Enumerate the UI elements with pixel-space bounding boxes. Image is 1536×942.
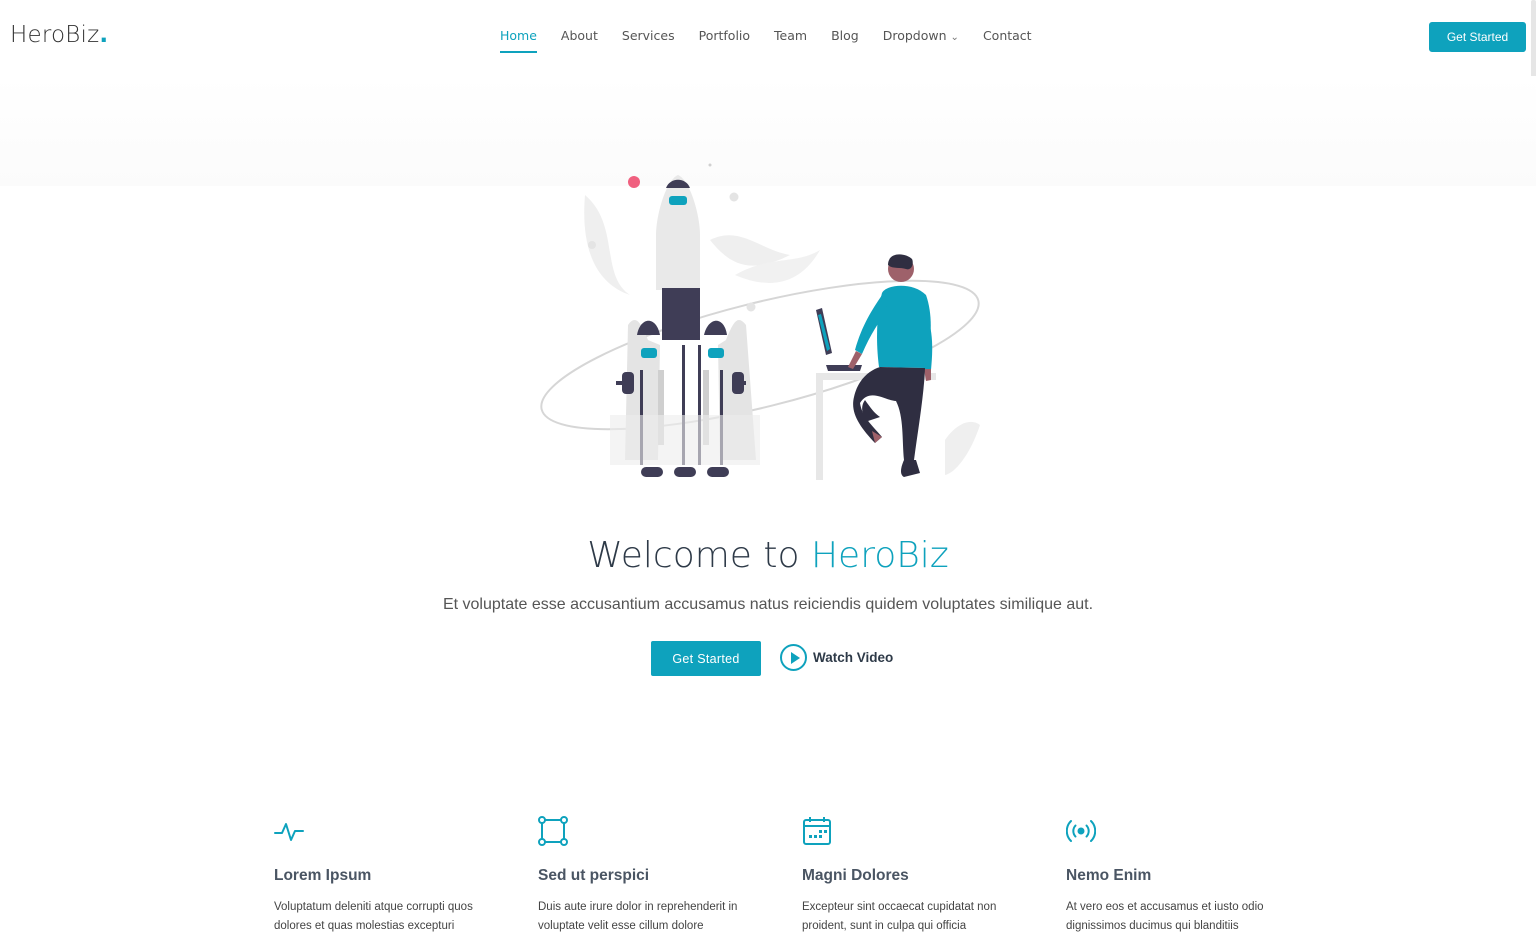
brand-name: HeroBiz: [10, 22, 100, 48]
site-header: HeroBiz. Home About Services Portfolio T…: [0, 0, 1536, 76]
feature-item: Nemo Enim At vero eos et accusamus et iu…: [1066, 815, 1330, 936]
feature-text: Duis aute irure dolor in reprehenderit i…: [538, 901, 738, 932]
nav-item-about[interactable]: About: [561, 28, 598, 47]
feature-title: Sed ut perspici: [538, 867, 650, 884]
header-get-started-button[interactable]: Get Started: [1429, 22, 1526, 52]
hero-title-prefix: Welcome to: [587, 535, 811, 576]
nav-item-team[interactable]: Team: [774, 28, 807, 47]
activity-icon: [274, 823, 304, 841]
brand-dot: .: [99, 22, 109, 48]
nav-item-contact[interactable]: Contact: [983, 28, 1032, 47]
feature-title: Magni Dolores: [802, 867, 909, 884]
nav-item-blog[interactable]: Blog: [831, 28, 859, 47]
watch-video-label: Watch Video: [813, 650, 894, 665]
hero-get-started-button[interactable]: Get Started: [651, 641, 761, 676]
feature-title: Nemo Enim: [1066, 867, 1152, 884]
nav-item-services[interactable]: Services: [622, 28, 675, 47]
calendar-icon: [803, 817, 831, 845]
watch-video-link[interactable]: Watch Video: [780, 644, 893, 671]
nav-item-portfolio[interactable]: Portfolio: [699, 28, 750, 47]
nav-item-home[interactable]: Home: [500, 28, 537, 53]
feature-text: Excepteur sint occaecat cupidatat non pr…: [802, 901, 997, 932]
nav-dropdown-label: Dropdown: [882, 28, 947, 43]
feature-title: Lorem Ipsum: [274, 867, 372, 884]
hero-title-accent: HeroBiz: [810, 535, 949, 576]
chevron-down-icon: ⌄: [950, 32, 959, 43]
bounding-box-icon: [538, 816, 568, 846]
broadcast-icon: [1066, 820, 1096, 842]
feature-text: At vero eos et accusamus et iusto odio d…: [1066, 901, 1264, 932]
hero-subtitle: Et voluptate esse accusantium accusamus …: [442, 596, 1094, 613]
nav-item-dropdown[interactable]: Dropdown ⌄: [883, 28, 959, 47]
feature-item: Sed ut perspici Duis aute irure dolor in…: [538, 815, 802, 936]
feature-item: Lorem Ipsum Voluptatum deleniti atque co…: [274, 815, 538, 936]
feature-text: Voluptatum deleniti atque corrupti quos …: [274, 901, 473, 932]
brand-logo[interactable]: HeroBiz.: [10, 22, 108, 48]
hero-illustration: [540, 163, 980, 480]
features-row: Lorem Ipsum Voluptatum deleniti atque co…: [274, 815, 1330, 936]
play-icon: [780, 644, 807, 671]
main-nav: Home About Services Portfolio Team Blog …: [500, 28, 1056, 53]
feature-item: Magni Dolores Excepteur sint occaecat cu…: [802, 815, 1066, 936]
hero-title: Welcome to HeroBiz: [0, 535, 1536, 576]
